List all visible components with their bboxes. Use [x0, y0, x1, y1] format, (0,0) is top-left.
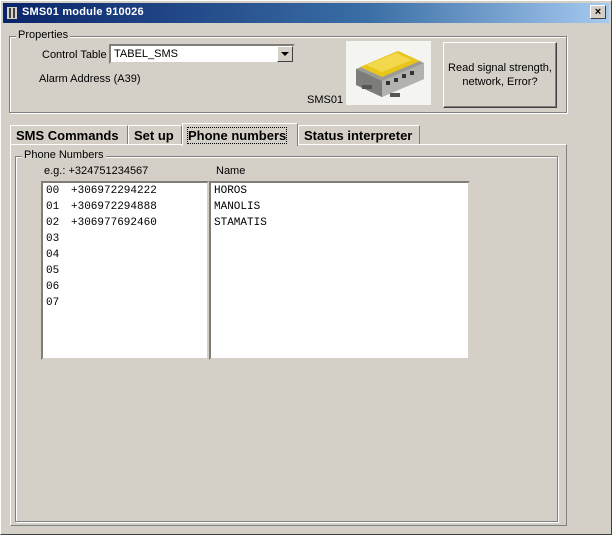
phone-row[interactable]: 04 — [43, 247, 207, 263]
window-icon — [7, 7, 17, 19]
name-row[interactable] — [211, 247, 468, 263]
window-title: SMS01 module 910026 — [22, 6, 144, 18]
sms-module-device-icon — [346, 41, 431, 105]
phone-number: +306972294222 — [71, 185, 157, 197]
dropdown-button[interactable] — [277, 46, 293, 62]
tab-phone-numbers[interactable]: Phone numbers — [182, 123, 298, 146]
phone-row[interactable]: 07 — [43, 295, 207, 311]
read-signal-button-label: Read signal strength, network, Error? — [448, 62, 552, 88]
read-signal-button[interactable]: Read signal strength, network, Error? — [443, 42, 557, 108]
row-number: 00 — [46, 185, 60, 197]
tab-set-up[interactable]: Set up — [128, 125, 182, 145]
row-number: 04 — [46, 249, 60, 261]
row-number: 03 — [46, 233, 60, 245]
title-bar[interactable]: SMS01 module 910026 × — [3, 3, 609, 23]
row-number: 07 — [46, 297, 60, 309]
phone-number-list[interactable]: 00 +306972294222 01 +306972294888 02 +3069776… — [41, 181, 209, 360]
tab-sms-commands-label: SMS Commands — [16, 128, 119, 143]
tab-phone-numbers-label: Phone numbers — [186, 126, 288, 144]
name-header: Name — [216, 165, 246, 177]
name-row[interactable] — [211, 231, 468, 247]
phone-number: +306972294888 — [71, 201, 157, 213]
alarm-address-label: Alarm Address (A39) — [39, 73, 141, 85]
chevron-down-icon — [281, 51, 289, 56]
device-image — [346, 41, 431, 105]
phone-row[interactable]: 06 — [43, 279, 207, 295]
tab-status-interpreter-label: Status interpreter — [304, 128, 413, 143]
phone-number: +306977692460 — [71, 217, 157, 229]
phone-numbers-panel: Phone Numbers e.g.: +324751234567 Name 0… — [10, 144, 567, 526]
name-list[interactable]: HOROS MANOLIS STAMATIS — [209, 181, 470, 360]
phone-numbers-legend: Phone Numbers — [22, 149, 106, 161]
name-row[interactable]: HOROS — [211, 183, 468, 199]
example-label: e.g.: +324751234567 — [44, 165, 149, 177]
name-row[interactable]: MANOLIS — [211, 199, 468, 215]
device-label: SMS01 — [307, 94, 344, 106]
tab-status-interpreter[interactable]: Status interpreter — [298, 125, 420, 145]
phone-row[interactable]: 05 — [43, 263, 207, 279]
phone-row[interactable]: 00 +306972294222 — [43, 183, 207, 199]
name-row[interactable] — [211, 263, 468, 279]
name-row[interactable]: STAMATIS — [211, 215, 468, 231]
row-number: 05 — [46, 265, 60, 277]
tab-sms-commands[interactable]: SMS Commands — [10, 125, 128, 145]
phone-row[interactable]: 01 +306972294888 — [43, 199, 207, 215]
phone-row[interactable]: 03 — [43, 231, 207, 247]
phone-row[interactable]: 02 +306977692460 — [43, 215, 207, 231]
name-row[interactable] — [211, 279, 468, 295]
row-number: 06 — [46, 281, 60, 293]
properties-legend: Properties — [16, 29, 71, 41]
control-table-value: TABEL_SMS — [114, 48, 178, 60]
name-row[interactable] — [211, 295, 468, 311]
control-table-label: Control Table — [42, 49, 107, 61]
control-table-select[interactable]: TABEL_SMS — [109, 44, 295, 64]
close-button[interactable]: × — [590, 5, 606, 19]
sms01-module-window: SMS01 module 910026 × Properties Control… — [0, 0, 612, 535]
row-number: 02 — [46, 217, 60, 229]
tab-set-up-label: Set up — [134, 128, 174, 143]
row-number: 01 — [46, 201, 60, 213]
